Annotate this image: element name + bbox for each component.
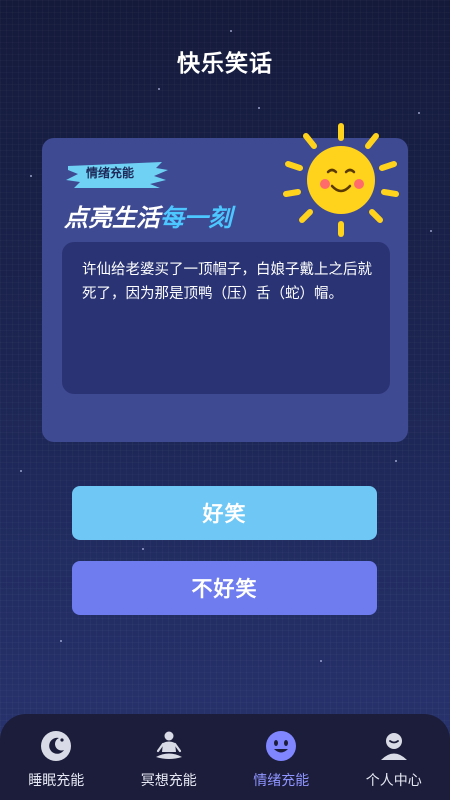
funny-button[interactable]: 好笑 [72, 486, 377, 540]
tab-meditation[interactable]: 冥想充能 [113, 714, 226, 800]
moon-icon [41, 731, 72, 761]
tab-label: 个人中心 [365, 773, 422, 789]
person-icon [380, 733, 407, 760]
not-funny-button[interactable]: 不好笑 [72, 561, 377, 615]
headline-highlight: 每一刻 [160, 204, 232, 232]
joke-text-box: 许仙给老婆买了一顶帽子，白娘子戴上之后就死了，因为那是顶鸭（压）舌（蛇）帽。 [62, 242, 390, 394]
bottom-tab-bar: 睡眠充能 冥想充能 情绪充能 个人中心 [0, 714, 450, 800]
meditation-icon [155, 731, 182, 759]
tab-label: 冥想充能 [140, 773, 197, 789]
tab-sleep[interactable]: 睡眠充能 [0, 714, 113, 800]
smiley-icon [266, 731, 297, 761]
page-title: 快乐笑话 [177, 51, 273, 77]
tab-profile[interactable]: 个人中心 [338, 714, 450, 800]
tab-label: 睡眠充能 [28, 773, 85, 789]
joke-card: 情绪充能 点亮生活每一刻 许仙给老婆买了一顶帽子，白娘子戴上之后就死了，因为那是… [42, 123, 408, 442]
sun-icon [283, 123, 399, 237]
tab-label: 情绪充能 [253, 773, 310, 789]
headline: 点亮生活每一刻 [64, 198, 232, 233]
emotion-tag: 情绪充能 [86, 166, 135, 180]
joke-text: 许仙给老婆买了一顶帽子，白娘子戴上之后就死了，因为那是顶鸭（压）舌（蛇）帽。 [82, 262, 372, 302]
tab-emotion[interactable]: 情绪充能 [225, 714, 338, 800]
headline-main: 点亮生活 [64, 204, 160, 232]
